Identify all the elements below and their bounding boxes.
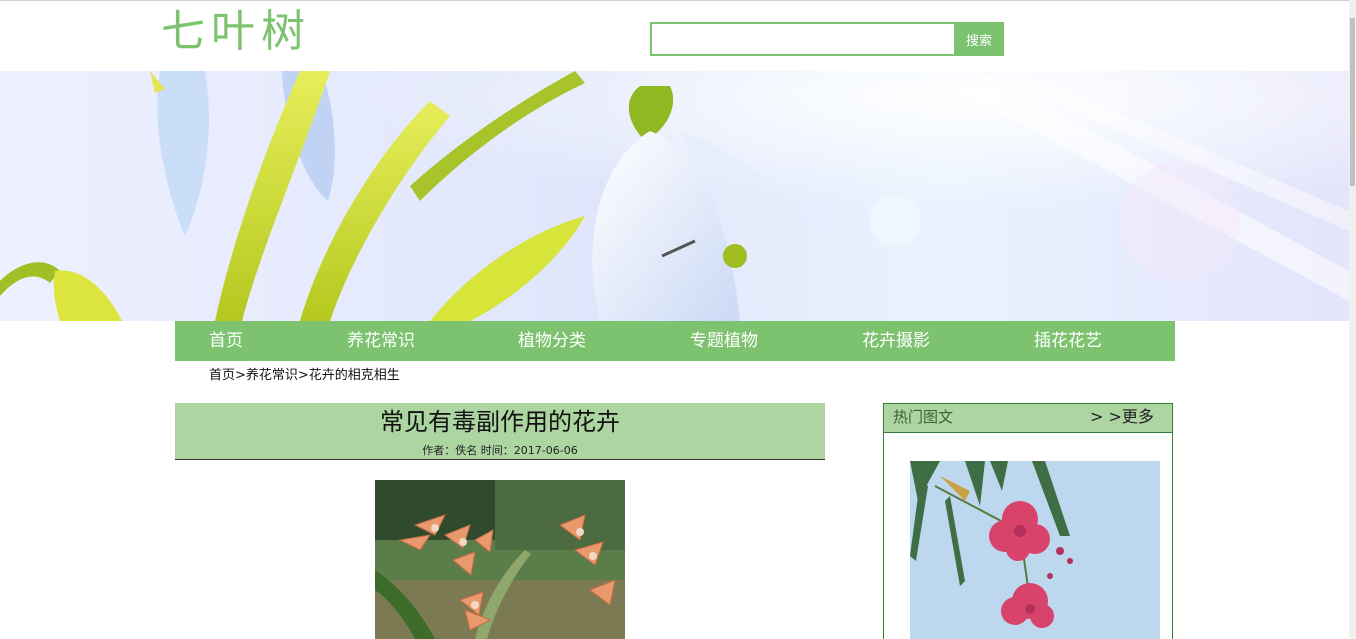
search-input[interactable]: [650, 22, 960, 56]
orchid-photo: [375, 480, 625, 639]
page-scrollbar[interactable]: [1349, 0, 1356, 639]
site-logo[interactable]: 七叶树: [161, 6, 311, 58]
oleander-photo: [910, 461, 1160, 639]
scrollbar-thumb[interactable]: [1350, 18, 1355, 186]
breadcrumb[interactable]: 首页>养花常识>花卉的相克相生: [209, 367, 400, 385]
search-button[interactable]: 搜索: [954, 22, 1004, 56]
search-bar: 搜索: [650, 22, 1004, 56]
nav-item-photography[interactable]: 花卉摄影: [862, 321, 930, 361]
banner-flower-illustration: [0, 71, 1349, 321]
top-border: [0, 0, 1349, 1]
hot-images-header: 热门图文 > >更多: [884, 404, 1172, 433]
hero-banner: [0, 71, 1349, 321]
main-nav: 首页 养花常识 植物分类 专题植物 花卉摄影 插花花艺: [175, 321, 1175, 361]
hot-image-oleander[interactable]: [910, 461, 1160, 639]
hot-images-panel: 热门图文 > >更多: [883, 403, 1173, 639]
article-meta: 作者：佚名 时间：2017-06-06: [422, 444, 578, 457]
hot-images-title: 热门图文: [893, 408, 954, 426]
nav-item-plant-types[interactable]: 植物分类: [518, 321, 586, 361]
article-title: 常见有毒副作用的花卉: [380, 408, 620, 436]
page: 七叶树 搜索 首页 养花常识 植物分类 专题植物 花卉摄影 插花花艺 首页>养花…: [0, 0, 1356, 639]
nav-item-care-tips[interactable]: 养花常识: [347, 321, 415, 361]
article-header: 常见有毒副作用的花卉 作者：佚名 时间：2017-06-06: [175, 403, 825, 460]
more-link[interactable]: > >更多: [1090, 404, 1154, 430]
nav-item-home[interactable]: 首页: [209, 321, 243, 361]
nav-item-featured[interactable]: 专题植物: [690, 321, 758, 361]
article-image: [375, 480, 625, 639]
nav-item-floral-art[interactable]: 插花花艺: [1034, 321, 1102, 361]
